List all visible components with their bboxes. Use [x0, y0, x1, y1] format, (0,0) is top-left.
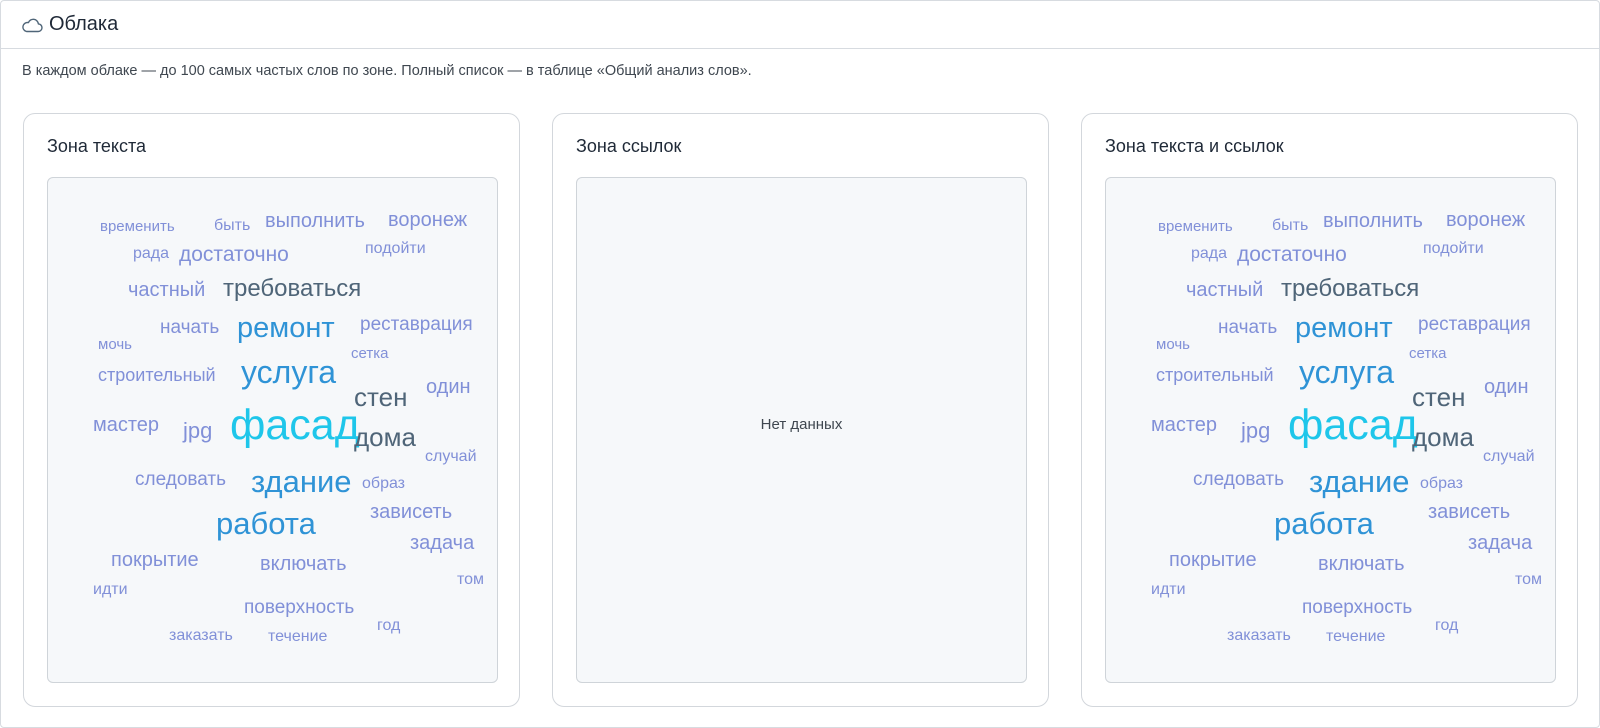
- cloud-word: один: [426, 376, 471, 398]
- cloud-word: начать: [1218, 317, 1278, 338]
- cloud-word: ремонт: [237, 312, 335, 344]
- cloud-word: строительный: [1156, 365, 1274, 385]
- cloud-word: сетка: [1409, 345, 1447, 362]
- cloud-word: задача: [1468, 532, 1533, 554]
- empty-message: Нет данных: [760, 416, 843, 433]
- cloud-word: включать: [260, 553, 347, 575]
- cloud-word: услуга: [241, 354, 337, 390]
- cloud-word: ремонт: [1295, 312, 1393, 344]
- cloud-word: следовать: [135, 469, 227, 490]
- cloud-word: покрытие: [111, 549, 199, 571]
- cloud-word: достаточно: [1237, 243, 1347, 266]
- cloud-word: воронеж: [1446, 209, 1526, 231]
- cloud-word: задача: [410, 532, 475, 554]
- card-title: Зона текста и ссылок: [1105, 136, 1284, 156]
- cloud-word: год: [377, 617, 401, 634]
- word-cloud: временить быть выполнить воронеж рада достато…: [47, 177, 498, 683]
- card-text-zone: Зона текста временить быть выполнить вороне…: [23, 113, 520, 707]
- cloud-word: временить: [1158, 218, 1233, 235]
- cloud-word: том: [457, 571, 485, 588]
- cloud-word: стен: [1412, 382, 1466, 412]
- cloud-word: зависеть: [1428, 501, 1511, 523]
- cloud-word: год: [1435, 617, 1459, 634]
- cloud-word: заказать: [1227, 627, 1291, 644]
- cloud-word: заказать: [169, 627, 233, 644]
- cloud-word: здание: [251, 464, 352, 499]
- cloud-word: начать: [160, 317, 220, 338]
- panel-title: Облака: [49, 13, 119, 35]
- cloud-word: включать: [1318, 553, 1405, 575]
- cloud-word: стен: [354, 382, 408, 412]
- cloud-word: услуга: [1299, 354, 1395, 390]
- cloud-word: образ: [1420, 475, 1464, 492]
- cloud-word: временить: [100, 218, 175, 235]
- cloud-word: фасад: [1288, 401, 1418, 449]
- card-links-zone: Зона ссылок Нет данных: [552, 113, 1049, 707]
- cloud-word: требоваться: [1281, 275, 1420, 302]
- cloud-icon: [21, 16, 45, 34]
- cloud-word: течение: [268, 628, 328, 645]
- cloud-word: том: [1515, 571, 1543, 588]
- cloud-word: jpg: [1241, 418, 1271, 443]
- cloud-word: рада: [133, 245, 170, 262]
- panel-header: Облака: [1, 1, 1599, 49]
- cloud-word: воронеж: [388, 209, 468, 231]
- cloud-word: поверхность: [244, 597, 355, 618]
- cloud-word: достаточно: [179, 243, 289, 266]
- cloud-word: один: [1484, 376, 1529, 398]
- cloud-word: дома: [354, 422, 416, 452]
- cloud-word: строительный: [98, 365, 216, 385]
- cloud-word: мочь: [98, 336, 132, 353]
- cloud-word: случай: [425, 448, 477, 465]
- clouds-panel: Облака В каждом облаке — до 100 самых ча…: [0, 0, 1600, 728]
- cloud-word: быть: [1272, 217, 1309, 234]
- cloud-word: зависеть: [370, 501, 453, 523]
- cloud-word: течение: [1326, 628, 1386, 645]
- cloud-word: образ: [362, 475, 406, 492]
- cloud-word: здание: [1309, 464, 1410, 499]
- cloud-word: случай: [1483, 448, 1535, 465]
- cloud-word: реставрация: [360, 314, 473, 335]
- description-text: В каждом облаке — до 100 самых частых сл…: [22, 63, 752, 79]
- cloud-word: поверхность: [1302, 597, 1413, 618]
- cloud-word: частный: [1186, 279, 1264, 301]
- card-title: Зона текста: [47, 136, 147, 156]
- cloud-word: jpg: [183, 418, 213, 443]
- cloud-word: идти: [1151, 581, 1186, 598]
- cloud-word: быть: [214, 217, 251, 234]
- cloud-word: подойти: [1423, 240, 1484, 257]
- card-text-and-links-zone: Зона текста и ссылок временить быть выполн…: [1081, 113, 1578, 707]
- cloud-word: подойти: [365, 240, 426, 257]
- cloud-word: выполнить: [1323, 210, 1423, 232]
- word-cloud: временить быть выполнить воронеж рада достато…: [1105, 177, 1556, 683]
- card-title: Зона ссылок: [576, 136, 682, 156]
- cloud-word: мочь: [1156, 336, 1190, 353]
- cloud-word: идти: [93, 581, 128, 598]
- cloud-word: рада: [1191, 245, 1228, 262]
- cloud-word: работа: [1274, 506, 1374, 541]
- cloud-word: фасад: [230, 401, 360, 449]
- cloud-word: реставрация: [1418, 314, 1531, 335]
- cloud-word: частный: [128, 279, 206, 301]
- cloud-word: мастер: [1151, 414, 1218, 436]
- cloud-word: покрытие: [1169, 549, 1257, 571]
- cloud-word: сетка: [351, 345, 389, 362]
- cloud-word: мастер: [93, 414, 160, 436]
- cloud-word: выполнить: [265, 210, 365, 232]
- cloud-word: дома: [1412, 422, 1474, 452]
- cloud-word: работа: [216, 506, 316, 541]
- word-cloud-empty: Нет данных: [576, 177, 1027, 683]
- cloud-word: требоваться: [223, 275, 362, 302]
- cloud-word: следовать: [1193, 469, 1285, 490]
